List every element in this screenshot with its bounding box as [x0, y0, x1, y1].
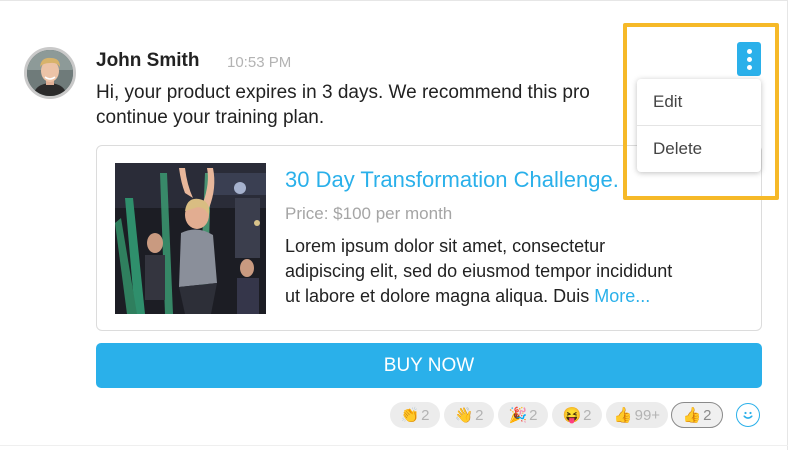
message-text-line: continue your training plan. — [96, 107, 325, 128]
product-image[interactable] — [115, 163, 266, 314]
reaction-count: 2 — [583, 406, 592, 424]
reaction-clap[interactable]: 👏 2 — [390, 402, 440, 428]
message-text: Hi, your product expires in 3 days. We r… — [96, 80, 636, 130]
description-line: ut labore et dolore magna aliqua. Duis M… — [285, 284, 751, 309]
description-line: adipiscing elit, sed do eiusmod tempor i… — [285, 261, 673, 281]
description-line-text: ut labore et dolore magna aliqua. Duis — [285, 286, 595, 306]
party-icon: 🎉 — [508, 407, 528, 424]
message-text-line: Hi, your product expires in 3 days. We r… — [96, 82, 590, 103]
reaction-thumbs-up-selected[interactable]: 👍 2 — [671, 402, 723, 428]
kebab-menu-icon — [746, 64, 752, 70]
more-link[interactable]: More... — [594, 286, 650, 306]
message-menu-dropdown: Edit Delete — [637, 79, 761, 172]
kebab-menu-icon — [746, 48, 752, 54]
reaction-wave[interactable]: 👋 2 — [444, 402, 494, 428]
message-menu-button[interactable] — [737, 42, 761, 76]
reaction-count: 2 — [529, 406, 538, 424]
bottom-divider — [0, 445, 788, 446]
menu-item-delete[interactable]: Delete — [637, 126, 761, 172]
message-time: 10:53 PM — [227, 54, 292, 71]
reaction-count: 2 — [421, 406, 430, 424]
description-line: Lorem ipsum dolor sit amet, consectetur — [285, 236, 606, 256]
tongue-face-icon: 😝 — [562, 407, 582, 424]
product-card[interactable]: 30 Day Transformation Challenge. Price: … — [96, 145, 762, 331]
reaction-party[interactable]: 🎉 2 — [498, 402, 548, 428]
avatar[interactable] — [24, 47, 76, 99]
add-reaction-button[interactable] — [736, 403, 760, 427]
reaction-count: 99+ — [634, 406, 661, 424]
kebab-menu-icon — [746, 56, 752, 62]
author-name: John Smith — [96, 50, 200, 71]
reaction-tongue-face[interactable]: 😝 2 — [552, 402, 602, 428]
clap-icon: 👏 — [400, 407, 420, 424]
reaction-count: 2 — [703, 406, 712, 424]
top-border — [0, 0, 788, 1]
thumbs-up-icon: 👍 — [682, 407, 702, 424]
buy-now-button[interactable]: BUY NOW — [96, 343, 762, 388]
menu-item-edit[interactable]: Edit — [637, 79, 761, 125]
product-price: Price: $100 per month — [285, 204, 453, 223]
smiley-add-icon — [743, 411, 753, 419]
wave-icon: 👋 — [454, 407, 474, 424]
reaction-count: 2 — [475, 406, 484, 424]
product-description: Lorem ipsum dolor sit amet, consectetur … — [285, 234, 751, 309]
reaction-thumbs-up[interactable]: 👍 99+ — [606, 402, 668, 428]
product-title[interactable]: 30 Day Transformation Challenge. — [285, 167, 619, 193]
thumbs-up-icon: 👍 — [613, 407, 633, 424]
